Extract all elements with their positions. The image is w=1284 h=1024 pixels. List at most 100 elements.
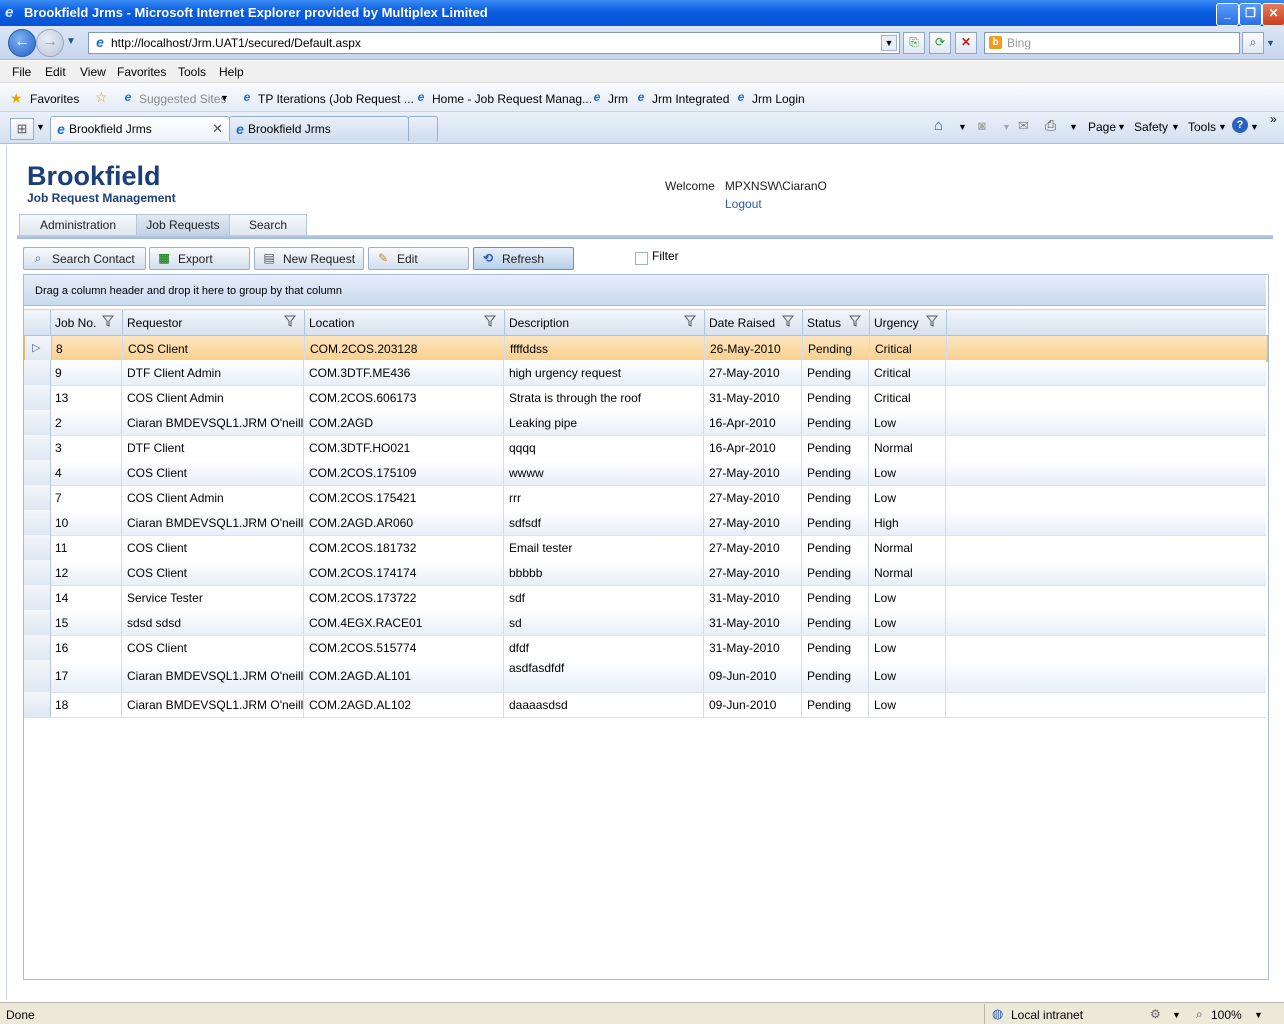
cell-requestor[interactable]: COS Client xyxy=(122,460,304,485)
cell-job-no[interactable]: 16 xyxy=(50,635,122,660)
fav-home-job-request[interactable]: Home - Job Request Manag... xyxy=(432,92,592,106)
filter-checkbox[interactable] xyxy=(635,252,648,265)
cell-job-no[interactable]: 11 xyxy=(50,535,122,560)
table-row[interactable]: 4 COS Client COM.2COS.175109 wwww 27-May-201… xyxy=(24,460,1266,486)
header-urgency[interactable]: Urgency xyxy=(869,310,947,335)
fav-jrm-login[interactable]: Jrm Login xyxy=(752,92,805,106)
cell-date-raised[interactable]: 09-Jun-2010 xyxy=(704,692,802,717)
cell-status[interactable]: Pending xyxy=(802,535,869,560)
feeds-icon[interactable]: ◙ xyxy=(978,118,986,133)
header-job-no[interactable]: Job No. xyxy=(50,310,123,335)
row-indicator[interactable] xyxy=(24,560,51,585)
row-indicator[interactable]: ▷ xyxy=(25,336,52,361)
row-indicator[interactable] xyxy=(24,385,51,410)
refresh-icon[interactable]: ⟳ xyxy=(929,32,951,54)
menu-file[interactable]: File xyxy=(12,65,31,79)
header-status[interactable]: Status xyxy=(802,310,870,335)
menu-view[interactable]: View xyxy=(80,65,106,79)
search-options-icon[interactable]: ▼ xyxy=(1266,38,1275,48)
row-indicator[interactable] xyxy=(24,635,51,660)
menu-help[interactable]: Help xyxy=(219,65,244,79)
header-location[interactable]: Location xyxy=(304,310,505,335)
cell-urgency[interactable]: Low xyxy=(869,610,946,635)
print-icon[interactable]: ⎙ xyxy=(1045,117,1056,134)
row-indicator[interactable] xyxy=(24,410,51,435)
filter-funnel-icon[interactable] xyxy=(926,315,938,327)
cell-job-no[interactable]: 10 xyxy=(50,510,122,535)
cell-location[interactable]: COM.2AGD xyxy=(304,410,504,435)
row-indicator[interactable] xyxy=(24,585,51,610)
tools-dropdown-icon[interactable]: ▼ xyxy=(1218,122,1227,132)
cell-urgency[interactable]: Low xyxy=(869,692,946,717)
cell-requestor[interactable]: COS Client xyxy=(122,535,304,560)
cell-job-no[interactable]: 17 xyxy=(50,660,122,692)
cell-status[interactable]: Pending xyxy=(802,610,869,635)
table-row[interactable]: 12 COS Client COM.2COS.174174 bbbbb 27-May-2… xyxy=(24,560,1266,586)
cell-date-raised[interactable]: 16-Apr-2010 xyxy=(704,435,802,460)
table-row[interactable]: 7 COS Client Admin COM.2COS.175421 rrr 27-Ma… xyxy=(24,485,1266,511)
cell-location[interactable]: COM.2COS.515774 xyxy=(304,635,504,660)
cell-requestor[interactable]: sdsd sdsd xyxy=(122,610,304,635)
cell-location[interactable]: COM.2COS.175109 xyxy=(304,460,504,485)
minimize-button[interactable]: _ xyxy=(1216,3,1239,26)
chevron-right-icon[interactable]: » xyxy=(1270,112,1277,126)
feeds-dropdown-icon[interactable]: ▼ xyxy=(1002,122,1011,132)
cell-status[interactable]: Pending xyxy=(802,692,869,717)
row-indicator[interactable] xyxy=(24,510,51,535)
menu-favorites[interactable]: Favorites xyxy=(117,65,166,79)
cell-requestor[interactable]: COS Client Admin xyxy=(122,385,304,410)
row-indicator[interactable] xyxy=(24,660,51,692)
cell-job-no[interactable]: 14 xyxy=(50,585,122,610)
cell-status[interactable]: Pending xyxy=(802,485,869,510)
cell-urgency[interactable]: Low xyxy=(869,660,946,692)
cell-job-no[interactable]: 13 xyxy=(50,385,122,410)
favorites-button[interactable]: Favorites xyxy=(30,92,79,106)
security-zone[interactable]: Local intranet xyxy=(1011,1008,1083,1022)
header-date-raised[interactable]: Date Raised xyxy=(704,310,803,335)
logout-link[interactable]: Logout xyxy=(725,197,762,211)
cell-description[interactable]: sd xyxy=(504,610,704,635)
cell-requestor[interactable]: Service Tester xyxy=(122,585,304,610)
cell-status[interactable]: Pending xyxy=(802,460,869,485)
cell-job-no[interactable]: 12 xyxy=(50,560,122,585)
table-row[interactable]: 15 sdsd sdsd COM.4EGX.RACE01 sd 31-May-2010 P… xyxy=(24,610,1266,636)
cell-location[interactable]: COM.2COS.181732 xyxy=(304,535,504,560)
home-icon[interactable]: ⌂ xyxy=(934,117,943,134)
cell-date-raised[interactable]: 09-Jun-2010 xyxy=(704,660,802,692)
row-indicator[interactable] xyxy=(24,535,51,560)
table-row[interactable]: 2 Ciaran BMDEVSQL1.JRM O'neill COM.2AGD Lea… xyxy=(24,410,1266,436)
cell-date-raised[interactable]: 27-May-2010 xyxy=(704,485,802,510)
help-icon[interactable]: ? xyxy=(1232,117,1248,133)
maximize-button[interactable]: ❐ xyxy=(1239,3,1262,26)
cell-location[interactable]: COM.2COS.175421 xyxy=(304,485,504,510)
search-icon[interactable]: ⌕ xyxy=(1242,32,1264,54)
cell-location[interactable]: COM.2COS.174174 xyxy=(304,560,504,585)
table-row[interactable]: 3 DTF Client COM.3DTF.HO021 qqqq 16-Apr-2010… xyxy=(24,435,1266,461)
home-dropdown-icon[interactable]: ▼ xyxy=(958,122,967,132)
fav-jrm-integrated[interactable]: Jrm Integrated xyxy=(652,92,729,106)
cell-description[interactable]: asdfasdfdf xyxy=(504,660,704,692)
cell-urgency[interactable]: Normal xyxy=(869,535,946,560)
cell-date-raised[interactable]: 31-May-2010 xyxy=(704,585,802,610)
cell-requestor[interactable]: COS Client xyxy=(123,336,305,361)
cell-date-raised[interactable]: 31-May-2010 xyxy=(704,635,802,660)
cell-requestor[interactable]: Ciaran BMDEVSQL1.JRM O'neill xyxy=(122,510,304,535)
cell-urgency[interactable]: Normal xyxy=(869,435,946,460)
command-safety[interactable]: Safety xyxy=(1134,120,1168,134)
cell-requestor[interactable]: DTF Client xyxy=(122,435,304,460)
tab-search[interactable]: Search xyxy=(229,214,307,237)
cell-location[interactable]: COM.2AGD.AL101 xyxy=(304,660,504,692)
table-row[interactable]: 17 Ciaran BMDEVSQL1.JRM O'neill COM.2AGD.A… xyxy=(24,660,1266,693)
cell-job-no[interactable]: 9 xyxy=(50,360,122,385)
cell-location[interactable]: COM.2COS.203128 xyxy=(305,336,505,361)
filter-funnel-icon[interactable] xyxy=(849,315,861,327)
fav-jrm[interactable]: Jrm xyxy=(608,92,628,106)
row-indicator[interactable] xyxy=(24,460,51,485)
address-bar[interactable]: e http://localhost/Jrm.UAT1/secured/Defa… xyxy=(88,32,900,54)
cell-job-no[interactable]: 2 xyxy=(50,410,122,435)
cell-date-raised[interactable]: 26-May-2010 xyxy=(705,336,803,361)
cell-urgency[interactable]: Critical xyxy=(869,385,946,410)
cell-status[interactable]: Pending xyxy=(802,660,869,692)
cell-description[interactable]: Email tester xyxy=(504,535,704,560)
cell-location[interactable]: COM.4EGX.RACE01 xyxy=(304,610,504,635)
